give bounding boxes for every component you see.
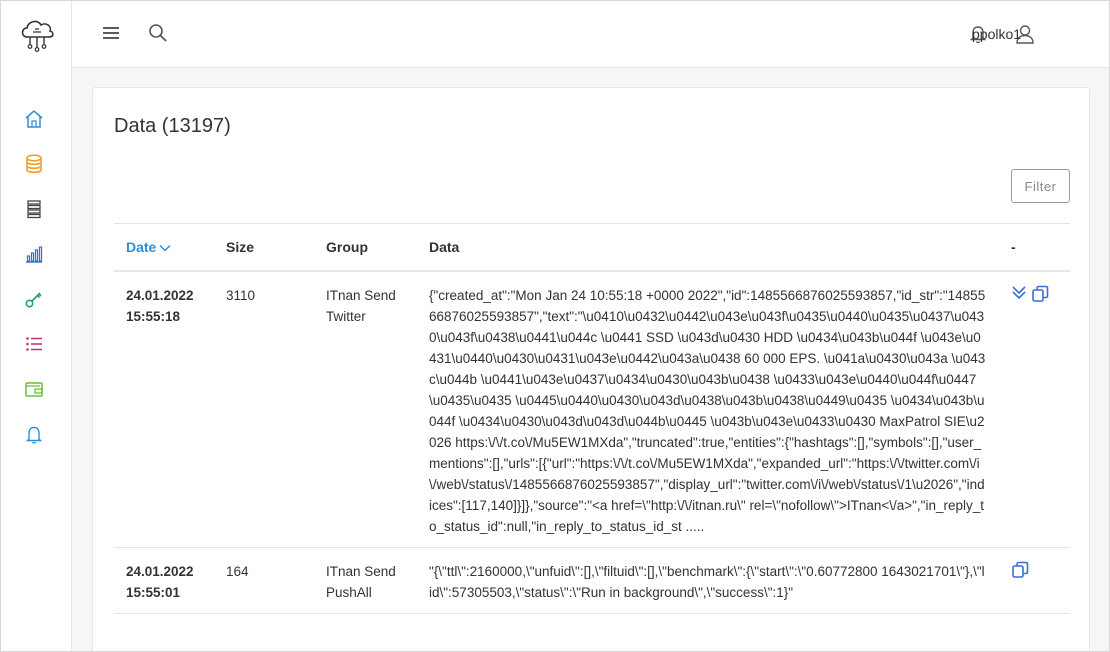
row-actions: [999, 270, 1070, 548]
home-icon[interactable]: [23, 108, 45, 130]
bell-icon[interactable]: [23, 423, 45, 445]
row-size: 3110: [214, 270, 314, 548]
row-size: 164: [214, 547, 314, 614]
column-header-actions: -: [999, 223, 1070, 272]
row-date-cell: 24.01.2022 15:55:01: [114, 547, 214, 614]
sidebar: [1, 1, 72, 651]
wallet-icon[interactable]: [23, 378, 45, 400]
topbar: [72, 1, 1109, 68]
column-header-date[interactable]: Date: [114, 223, 214, 272]
list-icon[interactable]: [23, 333, 45, 355]
search-icon[interactable]: [148, 23, 168, 43]
filter-button[interactable]: Filter: [1011, 169, 1070, 203]
table-row: 24.01.2022 15:55:01 164 ITnan Send PushAll…: [114, 547, 1070, 614]
row-group-line1: ITnan Send: [326, 287, 396, 303]
row-actions: [999, 547, 1070, 614]
row-time: 15:55:18: [126, 308, 181, 324]
row-date-cell: 24.01.2022 15:55:18: [114, 270, 214, 548]
sort-chevron-down-icon[interactable]: [159, 244, 171, 252]
row-group-cell: ITnan Send PushAll: [314, 547, 417, 614]
expand-chevrons-down-icon[interactable]: [1011, 285, 1027, 301]
row-date: 24.01.2022: [126, 287, 194, 303]
key-icon[interactable]: [23, 288, 45, 310]
column-header-group[interactable]: Group: [314, 223, 417, 272]
row-group-line1: ITnan Send: [326, 563, 396, 579]
hamburger-menu-icon[interactable]: [102, 25, 120, 41]
copy-icon[interactable]: [1011, 561, 1029, 579]
app-window: ppolko1 Data (13197) Filter Date Size Gr…: [0, 0, 1110, 652]
row-group-cell: ITnan Send Twitter: [314, 270, 417, 548]
column-header-size[interactable]: Size: [214, 223, 314, 272]
column-header-data[interactable]: Data: [417, 223, 999, 272]
data-card: Data (13197) Filter Date Size Group Data…: [92, 87, 1090, 651]
data-table: Date Size Group Data - 24.01.2022 15:55:1…: [114, 223, 1070, 614]
bar-chart-icon[interactable]: [23, 243, 45, 265]
row-data: "{\"ttl\":2160000,\"unfuid\":[],\"filtui…: [417, 547, 999, 614]
row-time: 15:55:01: [126, 584, 181, 600]
server-stack-icon[interactable]: [23, 198, 45, 220]
row-date: 24.01.2022: [126, 563, 194, 579]
table-header-row: Date Size Group Data -: [114, 223, 1070, 272]
page-title: Data (13197): [114, 115, 231, 137]
row-group-line2: Twitter: [326, 308, 366, 324]
table-row: 24.01.2022 15:55:18 3110 ITnan Send Twitte…: [114, 270, 1070, 548]
cloud-logo-icon[interactable]: [18, 15, 56, 53]
database-icon[interactable]: [23, 153, 45, 175]
copy-icon[interactable]: [1031, 285, 1049, 303]
row-data: {"created_at":"Mon Jan 24 10:55:18 +0000…: [417, 270, 999, 548]
date-header-label: Date: [126, 238, 157, 255]
username[interactable]: ppolko1: [972, 26, 1021, 42]
row-group-line2: PushAll: [326, 584, 372, 600]
